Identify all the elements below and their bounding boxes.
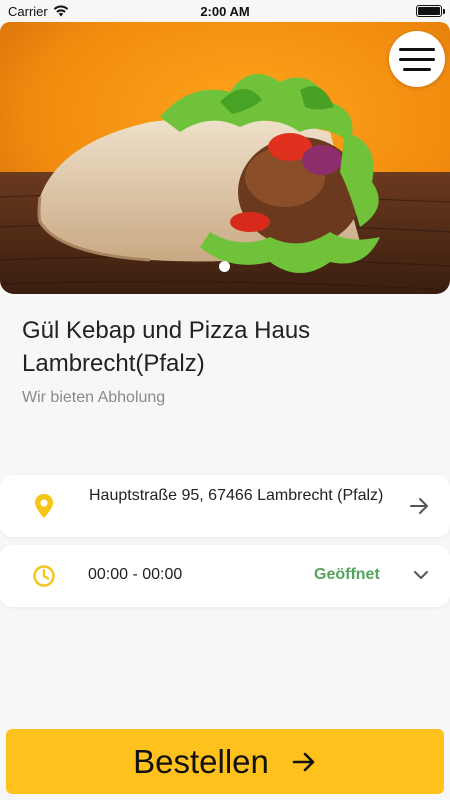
wifi-icon xyxy=(53,5,68,17)
address-text: Hauptstraße 95, 67466 Lambrecht (Pfalz) xyxy=(89,487,384,504)
status-bar: Carrier 2:00 AM xyxy=(0,0,450,22)
arrow-right-icon xyxy=(292,752,315,771)
menu-icon-line-short xyxy=(403,67,431,71)
hero-image[interactable] xyxy=(0,22,450,294)
battery-fill xyxy=(418,7,440,15)
opening-hours-text: 00:00 - 00:00 xyxy=(88,566,183,583)
restaurant-tagline: Wir bieten Abholung xyxy=(22,389,166,406)
order-button-label: Bestellen xyxy=(133,742,269,780)
opening-hours-card[interactable]: 00:00 - 00:00 Geöffnet xyxy=(0,545,450,607)
carrier-label: Carrier xyxy=(8,3,48,19)
open-status-label: Geöffnet xyxy=(314,566,380,583)
page-indicator-dot[interactable] xyxy=(219,261,230,272)
battery-icon xyxy=(416,5,445,17)
arrow-right-icon[interactable] xyxy=(408,495,430,517)
chevron-down-icon[interactable] xyxy=(412,568,430,582)
hamburger-menu-icon xyxy=(399,47,435,51)
menu-icon-line xyxy=(399,57,435,61)
status-left: Carrier xyxy=(8,4,69,19)
location-pin-icon xyxy=(35,494,53,518)
address-card[interactable]: Hauptstraße 95, 67466 Lambrecht (Pfalz) xyxy=(0,475,450,537)
restaurant-name: Gül Kebap und Pizza Haus Lambrecht(Pfalz… xyxy=(22,317,311,377)
clock-icon xyxy=(33,565,55,587)
kebab-wrap-photo xyxy=(0,22,450,294)
order-button[interactable]: Bestellen xyxy=(6,729,444,794)
menu-button[interactable] xyxy=(389,31,445,87)
